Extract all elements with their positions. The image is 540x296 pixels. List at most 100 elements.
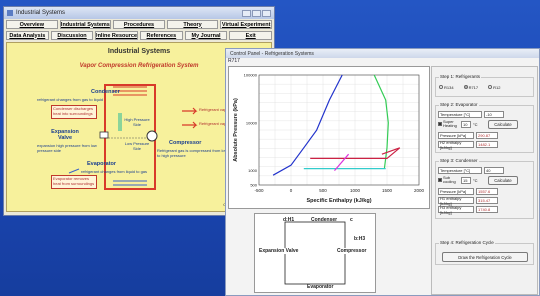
compressor-icon	[146, 130, 158, 142]
h1-label: H1 enthalpy [kJ/kg]	[438, 196, 474, 206]
superheat-checkbox[interactable]	[438, 122, 442, 126]
cond-calculate-button[interactable]: Calculate	[488, 176, 518, 185]
h3-output: 1740.8	[476, 206, 498, 213]
menu-procedures[interactable]: Procedures	[113, 20, 165, 29]
radio-r717[interactable]: R717	[463, 85, 479, 90]
expansion-desc: expansion high pressure from low pressur…	[37, 143, 97, 153]
x-tick-label: 1000	[350, 188, 361, 193]
y-tick-label: 500	[250, 183, 257, 188]
cond-pressure-output: 1557.6	[476, 188, 498, 195]
menu-virtual-experiment[interactable]: Virtual Experiment	[220, 20, 272, 29]
radio-r717-icon	[463, 85, 468, 89]
radio-r12-label: R12	[493, 85, 501, 90]
menu-my-journal[interactable]: My Journal	[184, 31, 228, 40]
evaporator-remove-text: Evaporator removes heat from surrounding…	[53, 176, 95, 186]
radio-r134-icon	[439, 85, 443, 89]
superheat-input[interactable]: 10	[461, 121, 471, 128]
y-tick-label: 10000	[246, 120, 258, 125]
menu-industrial-systems[interactable]: Industrial Systems	[59, 20, 112, 29]
cycle-c-label: c	[350, 217, 353, 223]
subcool-checkbox[interactable]	[438, 178, 442, 182]
condenser-discharge-text: Condenser discharges heat into surroundi…	[53, 106, 94, 116]
evaporator-arrow-icon	[68, 168, 80, 174]
y-tick-label: 100000	[244, 73, 258, 78]
menu-references[interactable]: References	[140, 31, 183, 40]
step1-title: Step 1: Refrigerants	[439, 74, 482, 79]
x-tick-label: -500	[254, 188, 264, 193]
window2-titlebar[interactable]: Control Panel - Refrigeration Systems	[226, 49, 539, 58]
menu-row-1: Overview Industrial Systems Procedures T…	[4, 19, 274, 30]
maximize-button[interactable]	[252, 9, 261, 17]
condenser-label: Condenser	[91, 89, 120, 95]
evaporator-desc: refrigerant changes from liquid to gas	[81, 169, 148, 174]
close-button[interactable]	[262, 9, 271, 17]
minimize-button[interactable]	[242, 9, 251, 17]
evaporator-label: Evaporator	[87, 161, 117, 167]
superheat-row: Super Heating	[438, 120, 461, 128]
x-tick-label: 500	[319, 188, 327, 193]
y-axis-label: Absolute Pressure (kPa)	[233, 98, 239, 162]
step3-group: Step 3: Condenser Temperature [°C] 40 Su…	[435, 158, 534, 219]
x-tick-label: 0	[290, 188, 293, 193]
subcool-row: Sub cooling	[438, 176, 461, 184]
cycle-d-h1-label: d:H1	[283, 217, 295, 223]
evap-temp-input[interactable]: -10	[484, 111, 504, 118]
heat-out-arrow-icon	[182, 121, 198, 129]
step2-title: Step 2: Evaporator	[439, 102, 479, 107]
high-pressure-gauge-icon	[118, 113, 122, 131]
hot-arrow-icon	[182, 107, 198, 115]
series-line-1	[373, 74, 389, 169]
cycle-compressor-label: Compressor	[337, 248, 367, 254]
subcool-input[interactable]: 15	[461, 177, 471, 184]
condenser-desc: refrigerant changes from gas to liquid	[37, 97, 104, 102]
cycle-b-h3-label: b:H3	[354, 236, 366, 242]
selected-refrigerant-label: R717	[228, 58, 240, 64]
window1-titlebar[interactable]: Industrial Systems	[4, 7, 274, 19]
cycle-condenser-label: Condenser	[311, 217, 338, 223]
radio-r134[interactable]: R134	[439, 85, 454, 90]
radio-r12[interactable]: R12	[488, 85, 500, 90]
menu-online-resources[interactable]: Online Resources	[95, 31, 139, 40]
draw-cycle-button[interactable]: Draw the Refrigeration Cycle	[442, 252, 528, 262]
compressor-desc: Refrigerant gas is compressed from low t…	[157, 148, 228, 158]
h1-output: 315.47	[476, 197, 498, 204]
x-tick-label: 2000	[414, 188, 425, 193]
x-tick-label: 1500	[382, 188, 393, 193]
valve-icon	[99, 131, 109, 139]
step1-group: Step 1: Refrigerants R134 R717 R12	[435, 74, 534, 97]
cond-temp-input[interactable]: 40	[484, 167, 504, 174]
low-pressure-label: Low Pressure Side	[124, 141, 150, 151]
h3-label: H3 enthalpy [kJ/kg]	[438, 205, 474, 215]
series-line-0	[272, 74, 343, 176]
menu-theory[interactable]: Theory	[166, 20, 219, 29]
compressor-label: Compressor	[169, 140, 202, 146]
expansion-valve-label: Expansion Valve	[51, 129, 79, 142]
y-tick-label: 1000	[248, 168, 258, 173]
control-panel-window: Control Panel - Refrigeration Systems R7…	[225, 48, 540, 296]
evap-temp-label: Temperature [°C]	[438, 111, 482, 118]
menu-overview[interactable]: Overview	[6, 20, 58, 29]
radio-r717-label: R717	[468, 85, 479, 90]
ph-chart-svg: -500 0 500 1000 1500 2000 100000 10000 1000 500 Sp…	[233, 73, 425, 205]
menu-data-analysis[interactable]: Data Analysis	[6, 31, 49, 40]
radio-r134-label: R134	[444, 85, 454, 90]
window2-title: Control Panel - Refrigeration Systems	[230, 50, 314, 57]
cycle-expansion-valve-label: Expansion Valve	[259, 248, 299, 254]
step4-group: Step 4: Refrigeration Cycle Draw the Ref…	[435, 240, 534, 265]
ph-diagram-chart: -500 0 500 1000 1500 2000 100000 10000 1000 500 Sp…	[228, 66, 430, 209]
refrigerant-radio-row: R134 R717 R12	[439, 85, 500, 90]
superheat-label: Super Heating	[443, 119, 457, 128]
evap-calculate-button[interactable]: Calculate	[488, 120, 518, 129]
window1-title: Industrial Systems	[16, 10, 66, 16]
h2-output: 1482.1	[476, 141, 498, 148]
evap-pressure-output: 290.87	[476, 132, 498, 139]
step4-title: Step 4: Refrigeration Cycle	[439, 240, 495, 245]
step2-group: Step 2: Evaporator Temperature [°C] -10 …	[435, 102, 534, 153]
x-axis-label: Specific Enthalpy (kJ/kg)	[306, 198, 371, 204]
step3-title: Step 3: Condenser	[439, 158, 479, 163]
cond-temp-label: Temperature [°C]	[438, 167, 482, 174]
subcool-label: Sub cooling	[443, 175, 456, 184]
menu-discussion[interactable]: Discussion	[50, 31, 94, 40]
menu-exit[interactable]: Exit	[229, 31, 273, 40]
superheat-unit: °C	[473, 122, 478, 127]
